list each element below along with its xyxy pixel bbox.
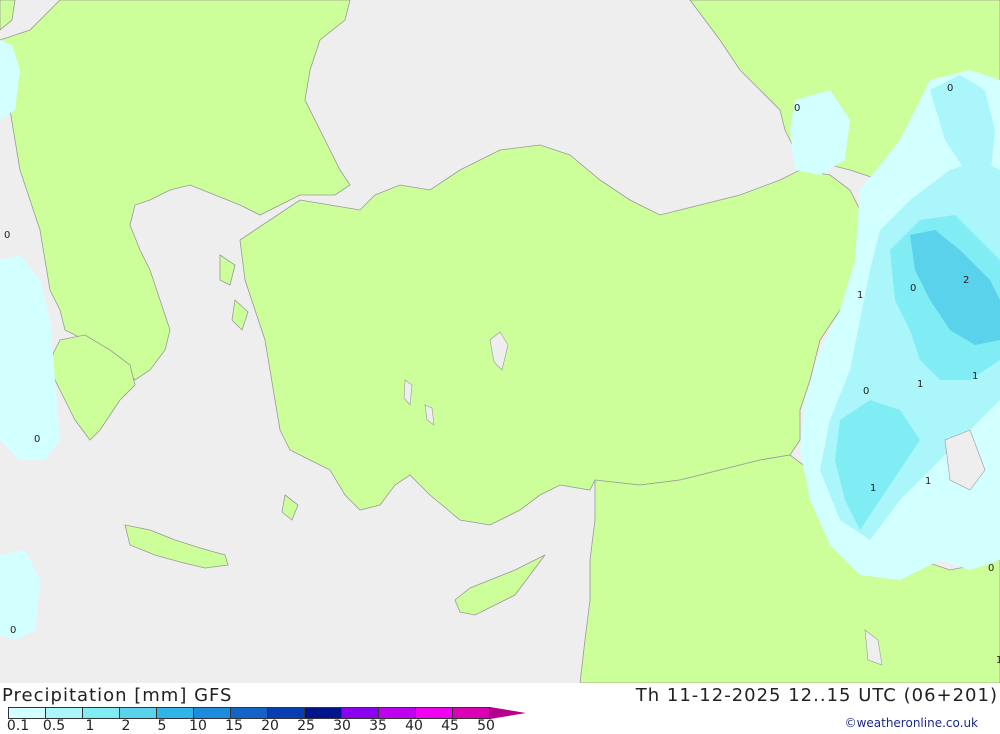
value-label: 0 — [10, 625, 16, 636]
precipitation-map: 0 0 0 0 0 2 1 1 1 0 1 1 1 0 0 — [0, 0, 1000, 683]
value-label: 1 — [925, 476, 931, 487]
value-label: 0 — [34, 434, 40, 445]
value-label: 0 — [863, 386, 869, 397]
legend-label: 30 — [333, 718, 351, 734]
value-label: 0 — [947, 83, 953, 94]
value-label: 0 — [988, 563, 994, 574]
legend-label: 35 — [369, 718, 387, 734]
legend-label: 5 — [157, 718, 167, 734]
legend-label: 45 — [441, 718, 459, 734]
legend-label: 2 — [121, 718, 131, 734]
footer: Precipitation [mm] GFS Th 11-12-2025 12.… — [0, 683, 1000, 734]
legend-label: 0.1 — [6, 718, 30, 734]
value-label: 1 — [996, 655, 1000, 666]
value-label: 0 — [794, 103, 800, 114]
chart-title: Precipitation [mm] GFS — [2, 685, 233, 706]
legend-label: 25 — [297, 718, 315, 734]
legend-label: 1 — [85, 718, 95, 734]
legend-label: 40 — [405, 718, 423, 734]
legend-label: 20 — [261, 718, 279, 734]
value-label: 2 — [963, 275, 969, 286]
credit-link[interactable]: ©weatheronline.co.uk — [845, 716, 978, 730]
legend-label: 50 — [477, 718, 495, 734]
value-label: 1 — [870, 483, 876, 494]
value-label: 1 — [917, 379, 923, 390]
legend-label: 10 — [189, 718, 207, 734]
legend-label: 0.5 — [42, 718, 66, 734]
legend-label: 15 — [225, 718, 243, 734]
value-label: 1 — [857, 290, 863, 301]
value-label: 1 — [972, 371, 978, 382]
value-label: 0 — [910, 283, 916, 294]
legend-labels: 0.1 0.5 1 2 5 10 15 20 25 30 35 40 45 50 — [0, 718, 540, 734]
valid-time: Th 11-12-2025 12..15 UTC (06+201) — [635, 685, 998, 706]
value-label: 0 — [4, 230, 10, 241]
